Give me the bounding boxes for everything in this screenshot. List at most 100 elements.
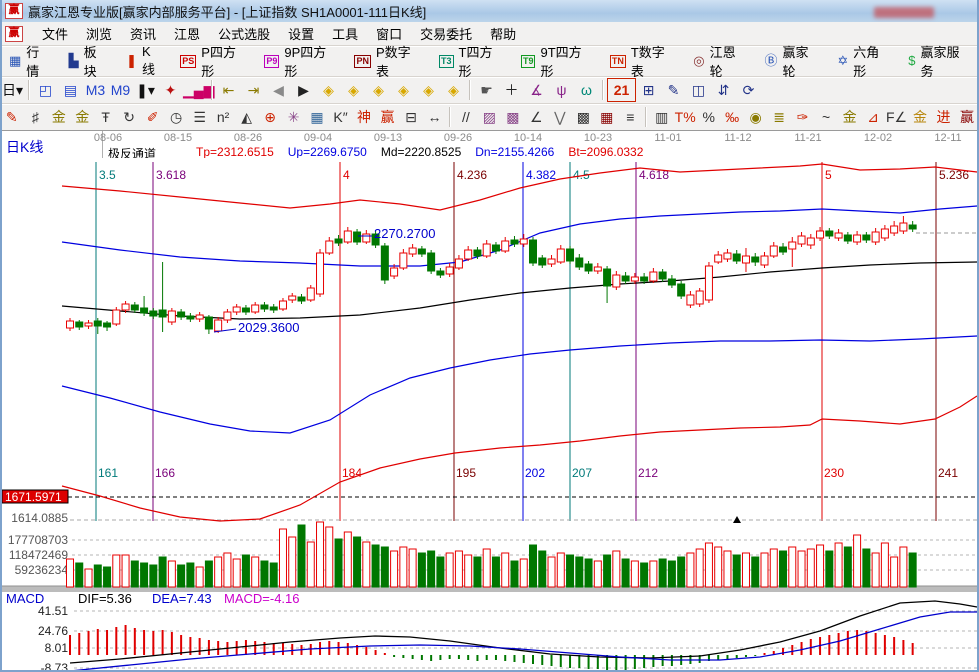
volume-bar <box>187 563 194 587</box>
candle-body <box>279 301 286 309</box>
volume-bar <box>696 549 703 587</box>
gann-day-label: 161 <box>98 466 118 480</box>
candle-body <box>400 253 407 268</box>
highlight-price-label: 1671.5971 <box>5 490 62 504</box>
volume-bar <box>835 543 842 587</box>
gann-day-label: 212 <box>638 466 658 480</box>
gann-ratio-label: 4.382 <box>526 168 556 182</box>
volume-bar <box>567 555 574 587</box>
volume-bar <box>344 532 351 587</box>
candle-body <box>724 253 731 259</box>
volume-bar <box>548 557 555 587</box>
volume-bar <box>631 561 638 587</box>
candle-body <box>641 277 648 281</box>
candle-body <box>326 241 333 253</box>
candle-body <box>826 231 833 236</box>
volume-bar <box>798 551 805 587</box>
volume-bar <box>668 561 675 587</box>
volume-bar <box>141 563 148 587</box>
volume-bar <box>326 527 333 587</box>
volume-bar <box>761 553 768 587</box>
candle-body <box>659 272 666 279</box>
candle-body <box>391 268 398 276</box>
candle-body <box>891 226 898 233</box>
volume-bar <box>539 551 546 587</box>
candle-body <box>807 238 814 245</box>
candle-body <box>872 232 879 242</box>
candle-body <box>733 254 740 261</box>
gann-day-label: 207 <box>572 466 592 480</box>
volume-bar <box>594 561 601 587</box>
price-annotation: 2029.3600 <box>238 320 299 335</box>
volume-bar <box>844 547 851 587</box>
volume-bar <box>789 547 796 587</box>
gann-day-label: 202 <box>525 466 545 480</box>
candle-body <box>761 256 768 265</box>
volume-bar <box>863 549 870 587</box>
candle-body <box>104 323 111 327</box>
volume-bar <box>492 557 499 587</box>
candle-body <box>335 239 342 243</box>
volume-bar <box>715 547 722 587</box>
volume-bar <box>224 553 231 587</box>
volume-bar <box>391 551 398 587</box>
volume-bar <box>474 557 481 587</box>
volume-bar <box>104 567 111 587</box>
candle-body <box>548 259 555 264</box>
candle-body <box>863 235 870 240</box>
candle-body <box>492 245 499 251</box>
macd-scale-label: 24.76 <box>38 624 68 638</box>
volume-bar <box>159 557 166 587</box>
candle-body <box>844 235 851 241</box>
candle-body <box>455 259 462 268</box>
candle-body <box>317 253 324 294</box>
candle-body <box>131 305 138 310</box>
volume-bar <box>817 545 824 587</box>
candle-body <box>381 246 388 280</box>
volume-bar <box>455 551 462 587</box>
secondary-price-label: 1614.0885 <box>11 511 68 525</box>
volume-bar <box>289 537 296 587</box>
volume-bar <box>502 553 509 587</box>
candle-body <box>770 246 777 256</box>
candle-body <box>67 321 74 328</box>
candle-body <box>780 247 787 252</box>
candle-body <box>409 248 416 254</box>
volume-bar <box>465 555 472 587</box>
candle-body <box>752 257 759 262</box>
gann-ratio-label: 4 <box>343 168 350 182</box>
volume-bar <box>770 549 777 587</box>
gann-day-label: 195 <box>456 466 476 480</box>
volume-bar <box>650 561 657 587</box>
volume-bar <box>687 553 694 587</box>
gann-day-label: 241 <box>938 466 958 480</box>
candle-body <box>798 236 805 244</box>
candle-body <box>557 249 564 262</box>
candle-body <box>94 321 101 326</box>
candle-body <box>502 241 509 251</box>
candle-body <box>150 311 157 316</box>
candle-body <box>168 311 175 322</box>
volume-bar <box>400 547 407 587</box>
volume-bar <box>530 545 537 587</box>
volume-bar <box>76 563 83 587</box>
macd-dif-readout: DIF=5.36 <box>78 591 132 606</box>
volume-bar <box>557 553 564 587</box>
volume-bar <box>872 553 879 587</box>
candle-body <box>854 235 861 242</box>
candle-body <box>789 242 796 249</box>
volume-bar <box>854 535 861 587</box>
candle-body <box>242 308 249 312</box>
volume-bar <box>576 557 583 587</box>
volume-bar <box>381 547 388 587</box>
chart-canvas[interactable]: 3.51613.61816641844.2361954.3822024.5207… <box>0 0 979 672</box>
macd-dea-readout: DEA=7.43 <box>152 591 212 606</box>
volume-bar <box>705 543 712 587</box>
gann-day-label: 230 <box>824 466 844 480</box>
candle-body <box>428 253 435 271</box>
candle-body <box>215 320 222 331</box>
volume-bar <box>261 561 268 587</box>
candle-body <box>696 291 703 304</box>
candle-body <box>817 231 824 238</box>
volume-bar <box>233 559 240 587</box>
